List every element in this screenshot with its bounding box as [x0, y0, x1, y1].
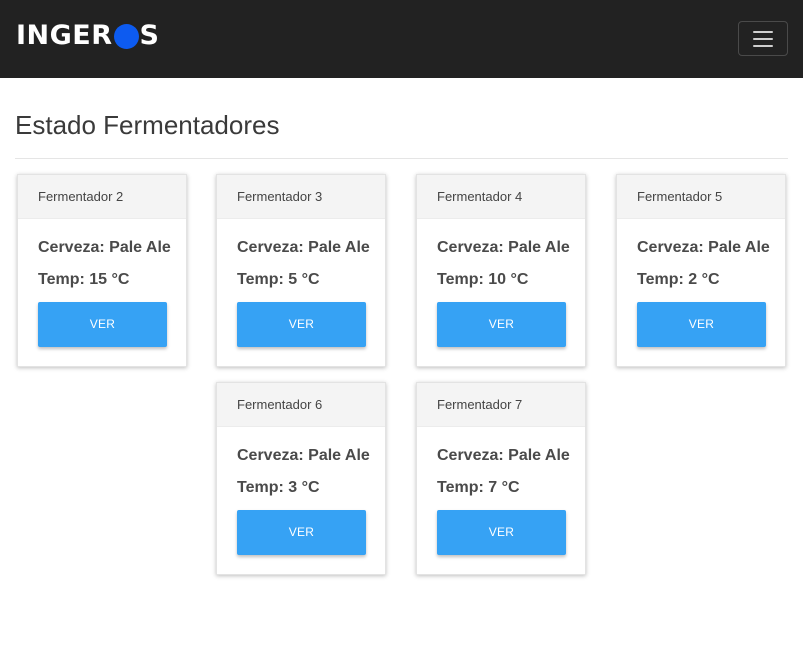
fermenter-beer: Cerveza: Pale Ale: [637, 239, 770, 256]
fermenter-beer: Cerveza: Pale Ale: [437, 447, 570, 464]
fermenter-card: Fermentador 7 Cerveza: Pale Ale Temp: 7 …: [416, 382, 586, 575]
fermenter-beer: Cerveza: Pale Ale: [237, 239, 370, 256]
fermenter-temp: Temp: 5 °C: [237, 271, 320, 288]
ver-button[interactable]: VER: [237, 302, 366, 347]
fermenter-card-header: Fermentador 2: [18, 175, 186, 219]
fermenter-beer: Cerveza: Pale Ale: [237, 447, 370, 464]
fermenter-card-header: Fermentador 5: [617, 175, 785, 219]
fermenter-temp: Temp: 2 °C: [637, 271, 720, 288]
fermenter-card: Fermentador 2 Cerveza: Pale Ale Temp: 15…: [17, 174, 187, 367]
ver-button[interactable]: VER: [637, 302, 766, 347]
hamburger-bar: [753, 30, 773, 33]
hamburger-bar: [753, 44, 773, 47]
ver-button[interactable]: VER: [237, 510, 366, 555]
fermenter-card: Fermentador 6 Cerveza: Pale Ale Temp: 3 …: [216, 382, 386, 575]
fermenter-card-header: Fermentador 4: [417, 175, 585, 219]
ver-button[interactable]: VER: [437, 510, 566, 555]
fermenter-card: Fermentador 4 Cerveza: Pale Ale Temp: 10…: [416, 174, 586, 367]
fermenter-card-header: Fermentador 6: [217, 383, 385, 427]
brand-text-end: S: [139, 20, 160, 51]
fermenter-temp: Temp: 15 °C: [38, 271, 130, 288]
fermenter-card: Fermentador 5 Cerveza: Pale Ale Temp: 2 …: [616, 174, 786, 367]
brand-logo[interactable]: INGER S: [16, 21, 160, 51]
brand-text-start: INGER: [16, 20, 113, 51]
fermenter-card: Fermentador 3 Cerveza: Pale Ale Temp: 5 …: [216, 174, 386, 367]
title-divider: [15, 158, 788, 159]
page-title: Estado Fermentadores: [15, 110, 280, 140]
navbar-toggle-button[interactable]: [738, 21, 788, 56]
fermenter-beer: Cerveza: Pale Ale: [38, 239, 171, 256]
fermenter-card-header: Fermentador 3: [217, 175, 385, 219]
ver-button[interactable]: VER: [38, 302, 167, 347]
brand-o-dot-icon: [113, 23, 139, 49]
fermenter-temp: Temp: 10 °C: [437, 271, 529, 288]
fermenter-temp: Temp: 7 °C: [437, 479, 520, 496]
fermenter-card-header: Fermentador 7: [417, 383, 585, 427]
fermenter-beer: Cerveza: Pale Ale: [437, 239, 570, 256]
top-navbar: INGER S: [0, 0, 803, 78]
ver-button[interactable]: VER: [437, 302, 566, 347]
fermenter-temp: Temp: 3 °C: [237, 479, 320, 496]
hamburger-bar: [753, 37, 773, 40]
